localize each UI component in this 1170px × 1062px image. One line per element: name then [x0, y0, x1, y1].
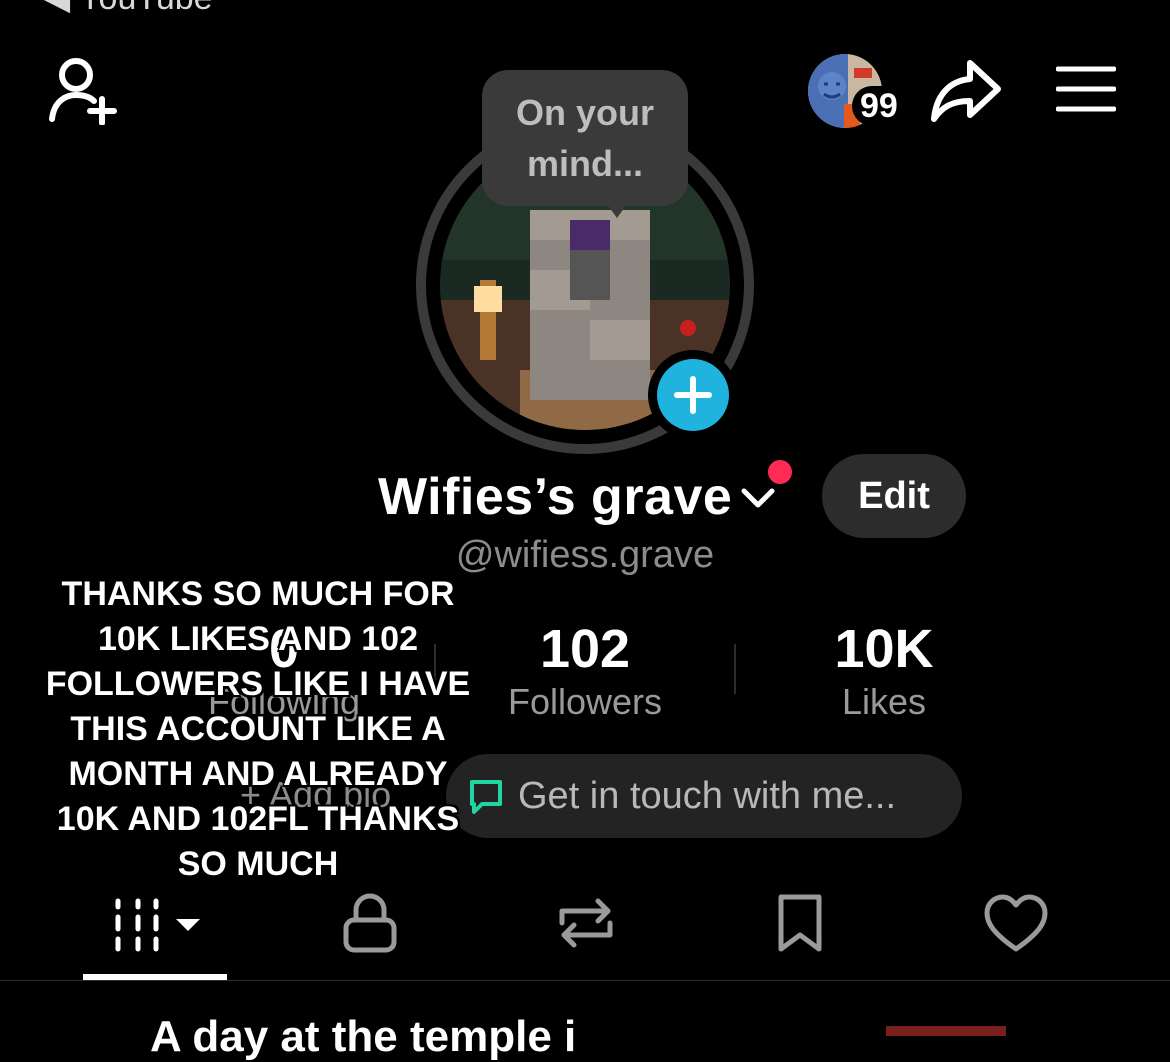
status-bubble[interactable]: On your mind...: [482, 70, 688, 206]
contact-field[interactable]: Get in touch with me...: [446, 754, 962, 838]
tab-liked[interactable]: [956, 886, 1076, 960]
edit-profile-button[interactable]: Edit: [822, 454, 966, 538]
plus-icon: [657, 359, 729, 431]
username-handle: @wifiess.grave: [455, 534, 715, 576]
chevron-down-icon: [741, 488, 775, 508]
tab-saved[interactable]: [740, 886, 860, 960]
followers-stat[interactable]: 102 Followers: [435, 618, 735, 724]
display-name: Wifies’s grave: [378, 468, 733, 526]
followers-label: Followers: [507, 681, 663, 722]
likes-label: Likes: [841, 681, 927, 722]
video-thumbnail-peek[interactable]: [886, 1026, 1006, 1036]
likes-stat[interactable]: 10K Likes: [734, 618, 1034, 724]
menu-icon[interactable]: [1050, 58, 1122, 120]
contact-placeholder: Get in touch with me...: [518, 774, 897, 817]
likes-count: 10K: [834, 619, 934, 679]
tab-reposts[interactable]: [526, 886, 646, 960]
add-friend-icon[interactable]: [44, 54, 124, 126]
tab-videos[interactable]: [96, 886, 216, 960]
notification-count-badge: 99: [852, 86, 906, 126]
add-story-button[interactable]: [648, 350, 738, 440]
lock-icon: [343, 893, 397, 953]
video-title-peek[interactable]: A day at the temple i: [150, 1012, 576, 1062]
followers-count: 102: [539, 619, 631, 679]
tab-bar-border: [0, 980, 1170, 981]
bookmark-icon: [778, 894, 822, 952]
notification-dot: [768, 460, 792, 484]
share-icon[interactable]: [926, 54, 1006, 126]
grid-videos-icon: [115, 898, 200, 952]
account-switcher[interactable]: Wifies’s grave: [378, 464, 778, 530]
heart-icon: [984, 894, 1048, 952]
repost-icon: [559, 898, 613, 948]
tab-private[interactable]: [310, 886, 430, 960]
back-to-youtube-link[interactable]: ◀ YouTube: [44, 0, 213, 18]
bubble-tail: [604, 200, 630, 218]
overlay-caption: THANKS SO MUCH FOR 10K LIKES AND 102 FOL…: [45, 575, 471, 883]
